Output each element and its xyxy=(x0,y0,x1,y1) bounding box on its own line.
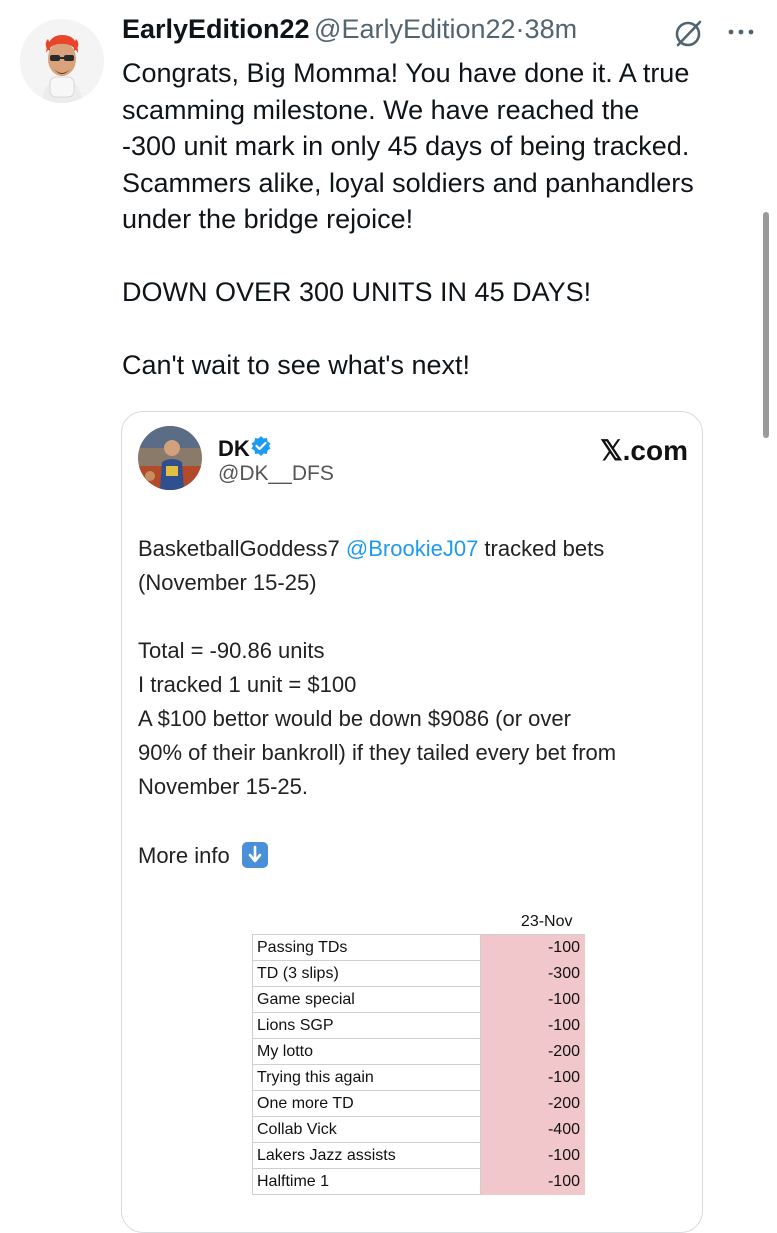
x-com-logo: 𝕏.com xyxy=(600,435,688,466)
bet-value: -100 xyxy=(479,1142,586,1169)
bet-value: -100 xyxy=(479,986,586,1013)
quoted-line-2: (November 15-25) xyxy=(138,570,317,595)
bet-label: Collab Vick xyxy=(252,1116,481,1143)
bet-value: -100 xyxy=(479,1012,586,1039)
bet-value: -100 xyxy=(479,1168,586,1195)
bet-label: Passing TDs xyxy=(252,934,481,961)
post-text: Congrats, Big Momma! You have done it. A… xyxy=(122,58,694,380)
bet-value: -200 xyxy=(479,1038,586,1065)
quoted-tracked: I tracked 1 unit = $100 xyxy=(138,672,357,697)
table-row: Passing TDs -100 xyxy=(252,934,586,961)
quoted-mention-link: @BrookieJ07 xyxy=(345,536,479,561)
bet-label: My lotto xyxy=(252,1038,481,1065)
bet-label: Lakers Jazz assists xyxy=(252,1142,481,1169)
bet-label: One more TD xyxy=(252,1090,481,1117)
post-time[interactable]: 38m xyxy=(525,14,578,44)
table-row: Halftime 1 -100 xyxy=(252,1168,586,1195)
table-row: My lotto -200 xyxy=(252,1038,586,1065)
attached-image-card[interactable]: DK @DK__DFS 𝕏.com BasketballGoddess7 @Br… xyxy=(121,411,703,1233)
quoted-line-1: BasketballGoddess7 @BrookieJ07 tracked b… xyxy=(138,532,700,566)
scrollbar-thumb[interactable] xyxy=(763,212,769,438)
quoted-line-1-prefix: BasketballGoddess7 xyxy=(138,536,346,561)
bet-label: Lions SGP xyxy=(252,1012,481,1039)
quoted-author-name: DK xyxy=(218,436,250,461)
table-row: One more TD -200 xyxy=(252,1090,586,1117)
bet-value: -100 xyxy=(479,934,586,961)
author-name[interactable]: EarlyEdition22 xyxy=(122,14,310,44)
quoted-author-handle: @DK__DFS xyxy=(218,462,334,485)
author-avatar-image xyxy=(20,19,104,103)
bet-value: -100 xyxy=(479,1064,586,1091)
table-row: TD (3 slips) -300 xyxy=(252,960,586,987)
bet-label: Trying this again xyxy=(252,1064,481,1091)
quoted-avatar-image xyxy=(138,426,202,490)
bets-spreadsheet: 23-Nov Passing TDs -100 TD (3 slips) -300 … xyxy=(252,910,586,1195)
sheet-date-header: 23-Nov xyxy=(480,910,585,935)
verified-badge-icon xyxy=(251,436,271,456)
author-avatar[interactable] xyxy=(20,19,104,103)
table-row: Lions SGP -100 xyxy=(252,1012,586,1039)
quoted-author-avatar xyxy=(138,426,202,490)
table-row: Collab Vick -400 xyxy=(252,1116,586,1143)
more-options-icon[interactable] xyxy=(726,24,756,40)
table-row: Game special -100 xyxy=(252,986,586,1013)
quoted-body: BasketballGoddess7 @BrookieJ07 tracked b… xyxy=(138,532,700,804)
bet-value: -200 xyxy=(479,1090,586,1117)
down-arrow-icon xyxy=(241,842,268,868)
quoted-bettor-2: 90% of their bankroll) if they tailed ev… xyxy=(138,740,617,765)
bet-value: -300 xyxy=(479,960,586,987)
grok-icon[interactable] xyxy=(672,18,704,50)
post-header: EarlyEdition22 @EarlyEdition22·38m xyxy=(122,14,762,54)
table-row: Trying this again -100 xyxy=(252,1064,586,1091)
quoted-bettor-3: November 15-25. xyxy=(138,774,308,799)
bet-value: -400 xyxy=(479,1116,586,1143)
quoted-total: Total = -90.86 units xyxy=(138,638,325,663)
quoted-bettor-1: A $100 bettor would be down $9086 (or ov… xyxy=(138,706,571,731)
meta-separator: · xyxy=(515,14,525,44)
more-info-label: More info xyxy=(138,843,230,868)
author-handle[interactable]: @EarlyEdition22 xyxy=(314,14,516,44)
quoted-line-1-suffix: tracked bets xyxy=(478,536,605,561)
table-row: Lakers Jazz assists -100 xyxy=(252,1142,586,1169)
sheet-header-empty xyxy=(252,910,481,935)
bet-label: Halftime 1 xyxy=(252,1168,481,1195)
bet-label: TD (3 slips) xyxy=(252,960,481,987)
more-info-line: More info xyxy=(138,842,268,869)
bet-label: Game special xyxy=(252,986,481,1013)
